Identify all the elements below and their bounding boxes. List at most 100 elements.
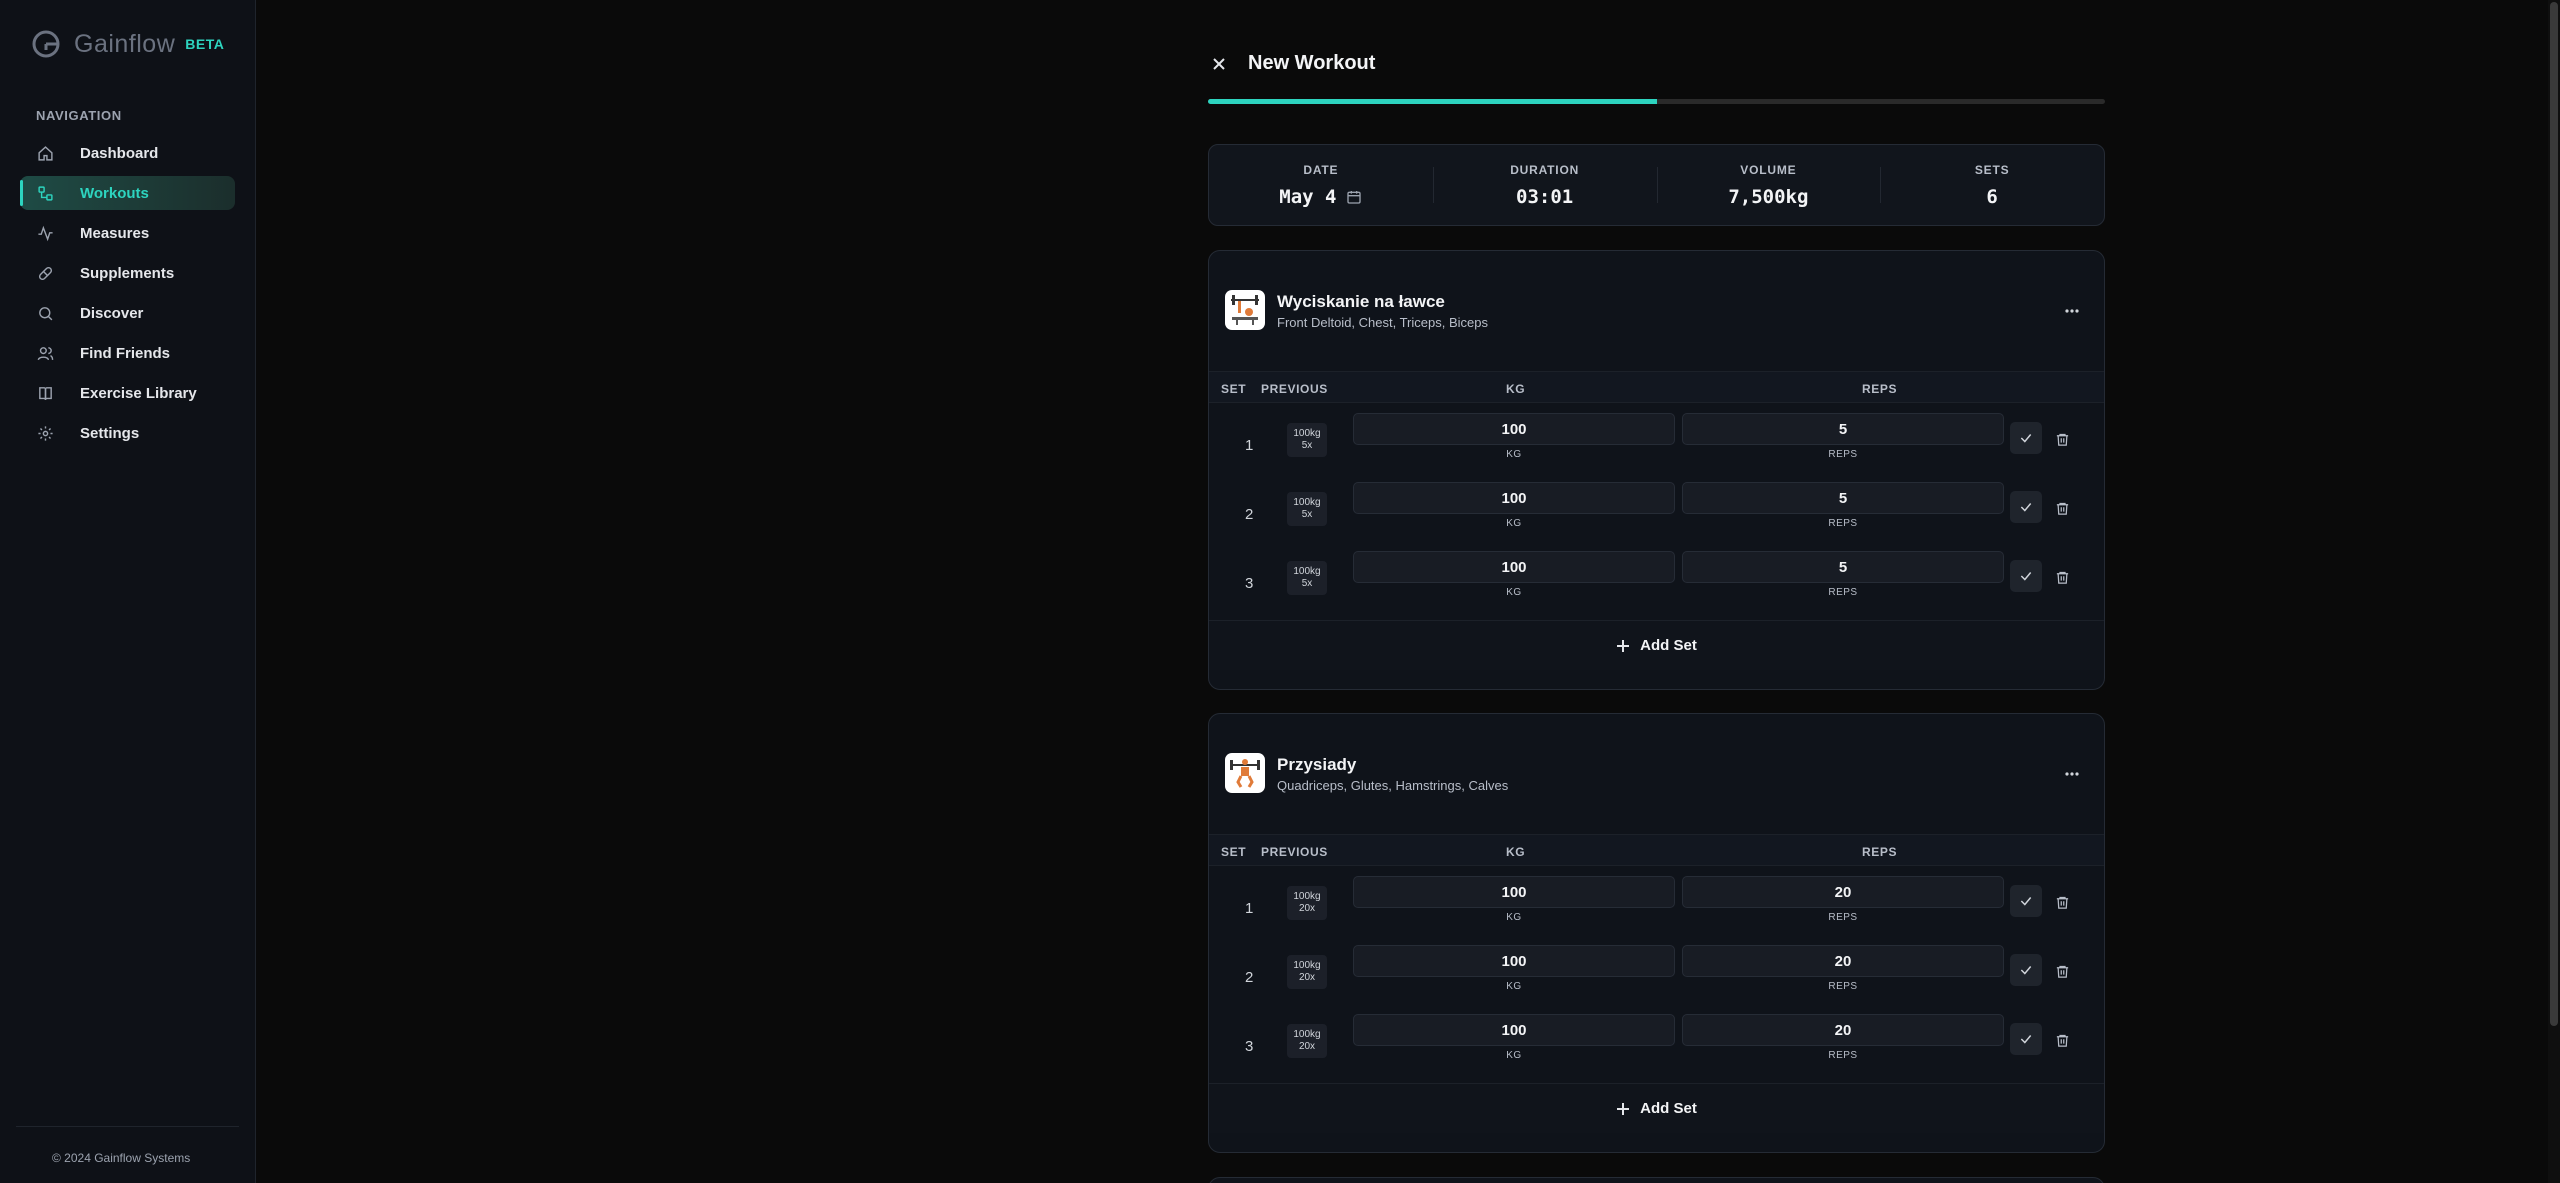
- app-name: Gainflow: [74, 29, 176, 58]
- app-logo[interactable]: Gainflow BETA: [30, 28, 224, 60]
- stat-label: SETS: [1974, 162, 2010, 177]
- sidebar-item-workouts[interactable]: Workouts: [20, 176, 235, 210]
- complete-set-button[interactable]: [2010, 422, 2042, 454]
- sidebar-item-exercise-library[interactable]: Exercise Library: [20, 376, 235, 410]
- previous-badge[interactable]: 100kg 5x: [1287, 561, 1327, 595]
- search-icon: [36, 304, 54, 322]
- copyright: © 2024 Gainflow Systems: [52, 1151, 191, 1165]
- close-button[interactable]: [1208, 53, 1230, 75]
- delete-set-button[interactable]: [2052, 498, 2072, 518]
- kg-input[interactable]: [1353, 413, 1675, 445]
- sidebar-item-dashboard[interactable]: Dashboard: [20, 136, 235, 170]
- col-kg: KG: [1506, 382, 1526, 396]
- beta-badge: BETA: [185, 36, 225, 52]
- scrollbar-thumb[interactable]: [2550, 2, 2558, 1026]
- kg-unit-label: KG: [1506, 518, 1522, 529]
- kg-unit-label: KG: [1506, 912, 1522, 923]
- add-set-button[interactable]: Add Set: [1209, 620, 2104, 670]
- pill-icon: [36, 264, 54, 282]
- previous-badge[interactable]: 100kg 20x: [1287, 1024, 1327, 1058]
- set-row: 2 100kg20x KG REPS: [1209, 945, 2104, 1014]
- stat-duration: DURATION 03:01: [1432, 145, 1657, 225]
- reps-input[interactable]: [1682, 1014, 2004, 1046]
- kg-field-wrap: KG: [1353, 482, 1675, 529]
- set-number: 1: [1245, 437, 1254, 454]
- delete-set-button[interactable]: [2052, 892, 2072, 912]
- plus-icon: [1616, 639, 1630, 653]
- kg-input[interactable]: [1353, 482, 1675, 514]
- sidebar-item-label: Find Friends: [80, 344, 170, 362]
- kg-unit-label: KG: [1506, 587, 1522, 598]
- complete-set-button[interactable]: [2010, 560, 2042, 592]
- kg-input[interactable]: [1353, 876, 1675, 908]
- col-previous: PREVIOUS: [1261, 845, 1328, 859]
- sidebar-item-discover[interactable]: Discover: [20, 296, 235, 330]
- workout-progress-bar: [1208, 99, 2105, 104]
- date-value: May 4: [1279, 185, 1337, 208]
- delete-set-button[interactable]: [2052, 567, 2072, 587]
- exercise-menu-button[interactable]: [2062, 766, 2082, 782]
- reps-input[interactable]: [1682, 876, 2004, 908]
- complete-set-button[interactable]: [2010, 1023, 2042, 1055]
- kg-field-wrap: KG: [1353, 1014, 1675, 1061]
- page-title: New Workout: [1248, 52, 1376, 74]
- previous-badge[interactable]: 100kg 20x: [1287, 955, 1327, 989]
- exercise-muscles: Front Deltoid, Chest, Triceps, Biceps: [1277, 315, 1488, 330]
- delete-set-button[interactable]: [2052, 1030, 2072, 1050]
- set-number: 2: [1245, 506, 1254, 523]
- set-row: 3 100kg20x KG REPS: [1209, 1014, 2104, 1083]
- sidebar-item-label: Discover: [80, 304, 144, 322]
- trash-icon: [2056, 571, 2068, 584]
- workouts-icon: [36, 184, 54, 202]
- complete-set-button[interactable]: [2010, 954, 2042, 986]
- set-number: 2: [1245, 969, 1254, 986]
- sidebar-item-find-friends[interactable]: Find Friends: [20, 336, 235, 370]
- sets-table-header: SET PREVIOUS KG REPS: [1209, 371, 2104, 403]
- sidebar-item-settings[interactable]: Settings: [20, 416, 235, 450]
- kg-input[interactable]: [1353, 551, 1675, 583]
- previous-kg: 100kg: [1293, 891, 1321, 902]
- reps-unit-label: REPS: [1828, 981, 1858, 992]
- stat-value-wrap: May 4: [1279, 186, 1362, 208]
- delete-set-button[interactable]: [2052, 961, 2072, 981]
- kg-input[interactable]: [1353, 945, 1675, 977]
- kg-unit-label: KG: [1506, 981, 1522, 992]
- sidebar-item-supplements[interactable]: Supplements: [20, 256, 235, 290]
- sidebar-item-label: Supplements: [80, 264, 175, 282]
- stat-volume: VOLUME 7,500kg: [1656, 145, 1881, 225]
- stat-sets: SETS 6: [1880, 145, 2104, 225]
- kg-input[interactable]: [1353, 1014, 1675, 1046]
- calendar-icon: [1346, 189, 1362, 205]
- stat-date[interactable]: DATE May 4: [1209, 145, 1433, 225]
- sets-table-body: 1 100kg20x KG REPS 2 100kg20x KG REPS 3: [1209, 866, 2104, 1083]
- reps-unit-label: REPS: [1828, 518, 1858, 529]
- volume-value: 7,500kg: [1728, 185, 1809, 208]
- kg-field-wrap: KG: [1353, 945, 1675, 992]
- check-icon: [2020, 897, 2032, 906]
- previous-badge[interactable]: 100kg 20x: [1287, 886, 1327, 920]
- add-set-label: Add Set: [1640, 1100, 1697, 1117]
- complete-set-button[interactable]: [2010, 491, 2042, 523]
- complete-set-button[interactable]: [2010, 885, 2042, 917]
- previous-badge[interactable]: 100kg 5x: [1287, 423, 1327, 457]
- sets-table-body: 1 100kg5x KG REPS 2 100kg5x KG REPS 3: [1209, 403, 2104, 620]
- scrollbar[interactable]: [2548, 0, 2560, 1183]
- delete-set-button[interactable]: [2052, 429, 2072, 449]
- add-set-button[interactable]: Add Set: [1209, 1083, 2104, 1133]
- reps-input[interactable]: [1682, 551, 2004, 583]
- previous-badge[interactable]: 100kg 5x: [1287, 492, 1327, 526]
- exercise-thumbnail: [1225, 753, 1265, 793]
- previous-reps: 20x: [1298, 972, 1316, 983]
- reps-input[interactable]: [1682, 482, 2004, 514]
- exercise-menu-button[interactable]: [2062, 303, 2082, 319]
- workout-stats: DATE May 4 DURATION 03:01 VOLUME 7,500kg…: [1208, 144, 2105, 226]
- reps-input[interactable]: [1682, 413, 2004, 445]
- col-reps: REPS: [1862, 845, 1898, 859]
- reps-field-wrap: REPS: [1682, 413, 2004, 460]
- book-icon: [36, 384, 54, 402]
- set-row: 1 100kg20x KG REPS: [1209, 876, 2104, 945]
- reps-input[interactable]: [1682, 945, 2004, 977]
- previous-kg: 100kg: [1293, 960, 1321, 971]
- sidebar-item-measures[interactable]: Measures: [20, 216, 235, 250]
- close-icon: [1213, 57, 1225, 70]
